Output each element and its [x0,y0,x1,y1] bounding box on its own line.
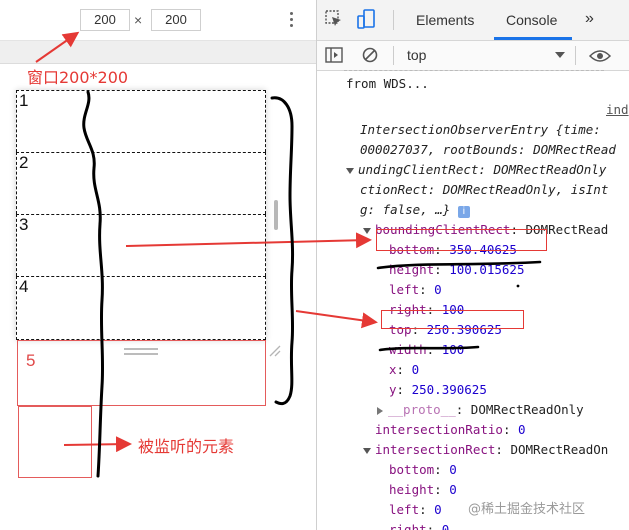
viewport-height-input[interactable]: 200 [151,9,201,31]
prop-left: left: 0 [389,282,442,297]
eye-icon[interactable] [588,49,612,63]
box-label: 5 [26,351,36,370]
active-tab-indicator [494,37,572,40]
entry-preview: ctionRect: DOMRectReadOnly, isInt [360,182,609,197]
prop-intersection-ratio: intersectionRatio: 0 [375,422,526,437]
toolbar-divider [393,46,394,65]
inspect-element-icon[interactable] [325,10,345,30]
prop-width: width: 100 [389,342,465,357]
list-box-3: 3 [16,214,266,276]
devtools-tab-bar: Elements Console » [317,0,629,41]
dimension-separator: × [134,12,143,28]
prop-iheight: height: 0 [389,482,457,497]
box-label: 3 [19,215,29,234]
chevron-down-icon[interactable] [555,52,565,58]
highlight-bottom [376,229,547,251]
watermark: @稀土掘金技术社区 [468,502,586,517]
entry-preview[interactable]: undingClientRect: DOMRectReadOnly [346,160,606,180]
console-toolbar: top [317,41,629,71]
prop-height: height: 100.015625 [389,262,525,277]
viewport-resize-corner[interactable] [268,344,282,358]
tab-divider [393,10,394,30]
intersection-rect-toggle[interactable]: intersectionRect: DOMRectReadOn [363,440,608,460]
window-size-annotation: 窗口200*200 [27,68,129,87]
viewport-scrollbar[interactable] [274,200,278,230]
console-line: from WDS... [346,76,429,91]
prop-proto[interactable]: __proto__: DOMRectReadOnly [377,400,584,420]
entry-preview: g: false, …} i [360,200,470,220]
box-label: 2 [19,153,29,172]
viewport-ruler [0,41,316,64]
prop-iright: right: 0 [389,522,450,530]
observed-element-annotation: 被监听的元素 [138,437,235,456]
viewport-width-input[interactable]: 200 [80,9,130,31]
tab-console[interactable]: Console [506,12,557,28]
context-selector[interactable]: top [407,47,426,63]
list-box-4: 4 [16,276,266,340]
more-vert-icon[interactable] [285,10,297,30]
more-tabs-button[interactable]: » [585,10,594,28]
console-output: from WDS... ind IntersectionObserverEntr… [317,70,629,530]
device-toolbar: 200 × 200 [0,0,316,41]
info-icon[interactable]: i [457,206,470,218]
tab-elements[interactable]: Elements [416,12,474,28]
observed-element [18,406,92,478]
list-box-1: 1 [16,90,266,152]
sidebar-toggle-icon[interactable] [325,47,345,65]
prior-line-fragment [344,70,604,73]
device-toggle-icon[interactable] [357,9,377,31]
box-label: 1 [19,91,29,110]
prop-x: x: 0 [389,362,420,377]
prop-y: y: 250.390625 [389,382,487,397]
clear-console-icon[interactable] [362,47,380,65]
list-box-2: 2 [16,152,266,214]
toolbar-divider [575,46,576,65]
box-label: 4 [19,277,29,296]
source-link[interactable]: ind [606,100,629,120]
entry-preview: 000027037, rootBounds: DOMRectRead [360,142,616,157]
prop-ibottom: bottom: 0 [389,462,457,477]
prop-ileft: left: 0 [389,502,442,517]
highlight-top [381,310,524,329]
viewport-resize-handle[interactable] [124,348,158,355]
entry-head[interactable]: IntersectionObserverEntry {time: [360,120,601,140]
